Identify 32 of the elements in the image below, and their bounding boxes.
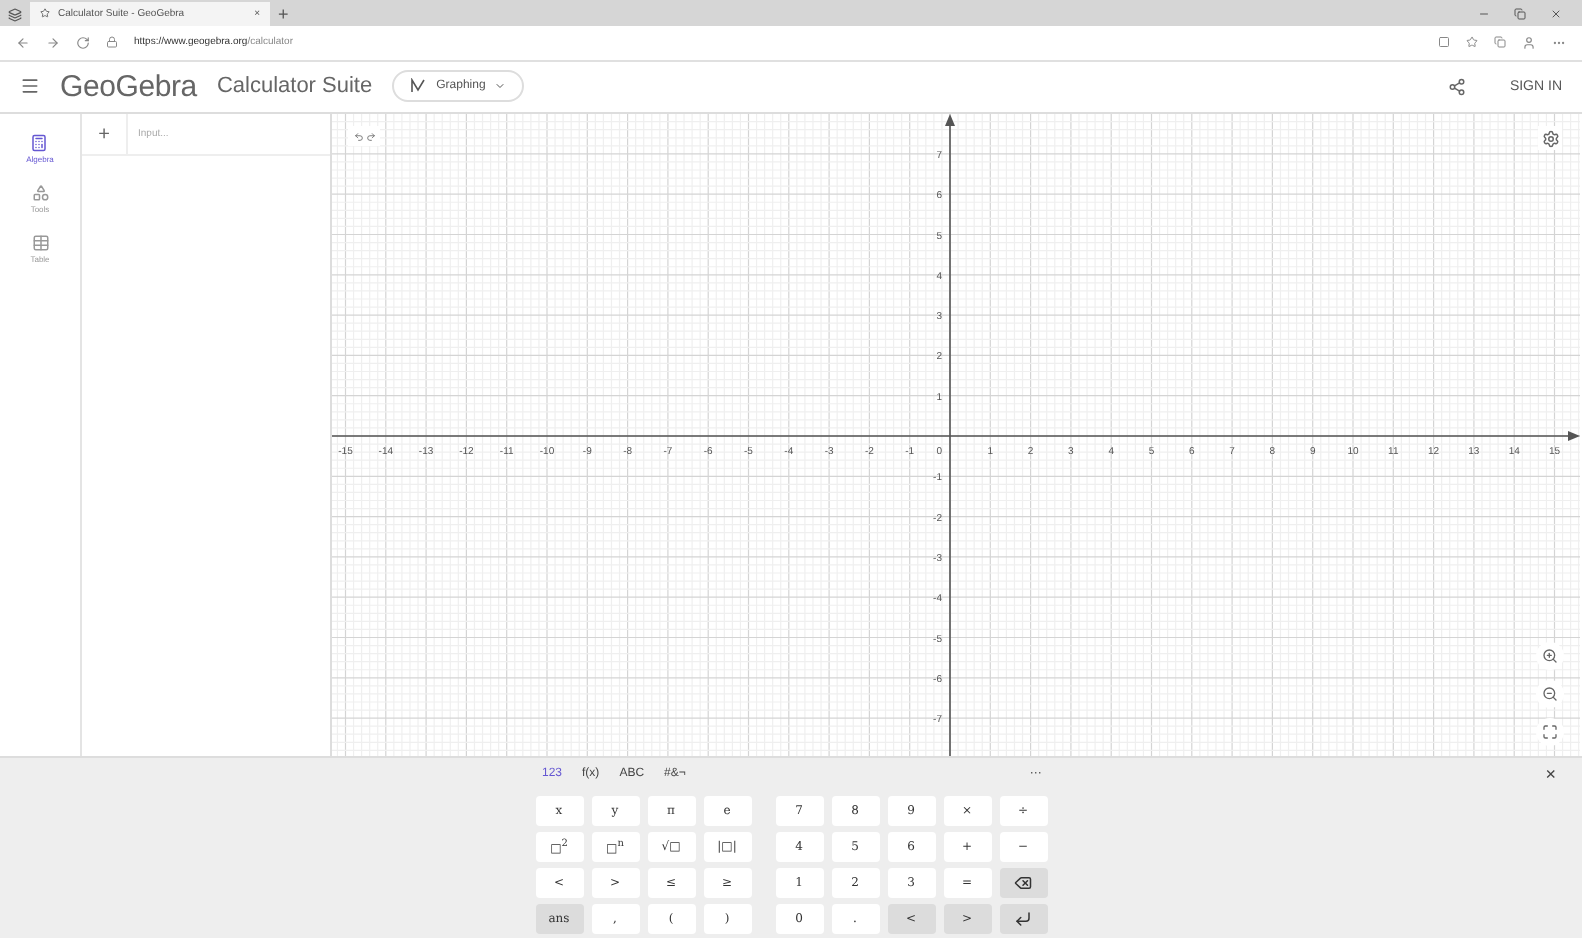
forward-icon[interactable]	[46, 35, 60, 50]
undo-icon[interactable]	[353, 131, 363, 142]
zoom-in-icon[interactable]	[1542, 648, 1558, 665]
minimize-icon[interactable]	[1478, 7, 1490, 20]
app-title: Calculator Suite	[216, 74, 373, 99]
table-icon	[31, 234, 49, 253]
restore-icon[interactable]	[1514, 7, 1526, 20]
enter-key[interactable]	[999, 904, 1047, 935]
back-icon[interactable]	[16, 35, 30, 50]
settings-icon[interactable]	[1541, 129, 1559, 148]
keyboard-close-button[interactable]: ×	[1535, 763, 1566, 784]
lock-icon	[106, 36, 118, 49]
share-icon[interactable]	[1447, 77, 1466, 96]
menu-icon[interactable]	[20, 76, 40, 97]
logo: GeoGebra	[60, 69, 197, 104]
close-icon[interactable]	[1550, 7, 1562, 20]
redo-icon[interactable]	[365, 131, 375, 142]
enter-icon	[1014, 910, 1032, 929]
refresh-icon[interactable]	[76, 35, 90, 50]
fullscreen-icon[interactable]	[1542, 724, 1558, 741]
favorite-icon[interactable]	[1466, 36, 1478, 49]
add-button[interactable]: +	[82, 123, 126, 146]
profile-icon[interactable]	[1522, 35, 1536, 50]
caret-icon	[493, 80, 506, 93]
backspace-icon	[1014, 874, 1032, 893]
new-tab-button[interactable]: +	[278, 3, 289, 24]
algebra-icon	[30, 134, 49, 153]
tools-icon	[31, 184, 49, 203]
zoom-out-icon[interactable]	[1542, 686, 1558, 703]
backspace-key[interactable]	[999, 868, 1047, 899]
graph-icon	[410, 78, 429, 95]
star-icon	[40, 8, 50, 19]
